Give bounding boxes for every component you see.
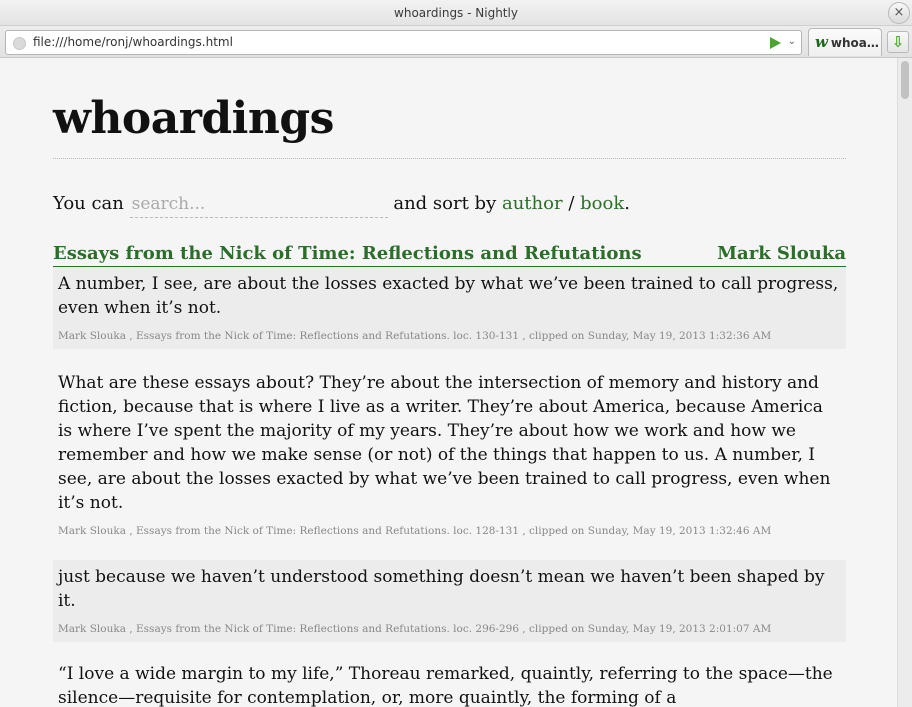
sort-separator: / xyxy=(568,193,575,214)
intro-middle: and sort by xyxy=(393,193,497,214)
tab-whoardings[interactable]: w whoa… xyxy=(808,28,882,56)
tab-label: whoa… xyxy=(830,36,879,50)
scrollbar-thumb[interactable] xyxy=(901,61,909,99)
page-title: whoardings xyxy=(53,93,334,144)
sort-by-book-link[interactable]: book xyxy=(580,193,624,214)
clipping-text: A number, I see, are about the losses ex… xyxy=(58,274,839,318)
title-divider xyxy=(53,158,846,159)
clipping-text: “I love a wide margin to my life,” Thore… xyxy=(58,664,833,707)
book-header: Essays from the Nick of Time: Reflection… xyxy=(53,243,846,267)
site-identity-icon[interactable] xyxy=(13,37,26,50)
clipping-item: What are these essays about? They’re abo… xyxy=(53,371,846,544)
clipping-text: What are these essays about? They’re abo… xyxy=(58,373,831,513)
clipping-meta: Mark Slouka , Essays from the Nick of Ti… xyxy=(58,525,772,537)
clipping-text: just because we haven’t understood somet… xyxy=(58,567,825,611)
chevron-down-icon[interactable]: ⌄ xyxy=(788,34,796,50)
window-title: whoardings - Nightly xyxy=(394,6,518,20)
clipping-item: just because we haven’t understood somet… xyxy=(53,560,846,642)
search-input[interactable] xyxy=(129,191,388,218)
close-icon: × xyxy=(893,5,905,20)
clipping-meta: Mark Slouka , Essays from the Nick of Ti… xyxy=(58,330,772,342)
clipping-meta: Mark Slouka , Essays from the Nick of Ti… xyxy=(58,623,772,635)
download-arrow-icon[interactable]: ⇩ xyxy=(887,31,909,53)
url-bar[interactable]: file:///home/ronj/whoardings.html ⌄ xyxy=(5,30,802,55)
clipping-spacer xyxy=(53,642,846,662)
url-text[interactable]: file:///home/ronj/whoardings.html xyxy=(33,31,233,54)
sort-by-author-link[interactable]: author xyxy=(502,193,563,214)
clipping-spacer xyxy=(53,349,846,371)
page-viewport: whoardings You can and sort by author / … xyxy=(0,58,897,707)
go-arrow-icon[interactable] xyxy=(770,37,781,49)
clipping-item: A number, I see, are about the losses ex… xyxy=(53,267,846,349)
navigation-toolbar: file:///home/ronj/whoardings.html ⌄ w who… xyxy=(0,26,912,58)
intro-prefix: You can xyxy=(53,193,124,214)
book-title: Essays from the Nick of Time: Reflection… xyxy=(53,243,642,264)
clipping-spacer xyxy=(53,544,846,560)
page-content: whoardings You can and sort by author / … xyxy=(53,58,846,707)
intro-suffix: . xyxy=(624,193,630,214)
intro-line: You can and sort by author / book. xyxy=(53,189,846,219)
tab-favicon-icon: w xyxy=(815,33,828,51)
book-author: Mark Slouka xyxy=(717,243,846,264)
close-window-button[interactable]: × xyxy=(888,2,910,24)
clipping-item: “I love a wide margin to my life,” Thore… xyxy=(53,662,846,707)
vertical-scrollbar[interactable] xyxy=(897,58,912,707)
window-titlebar: whoardings - Nightly × xyxy=(0,0,912,26)
